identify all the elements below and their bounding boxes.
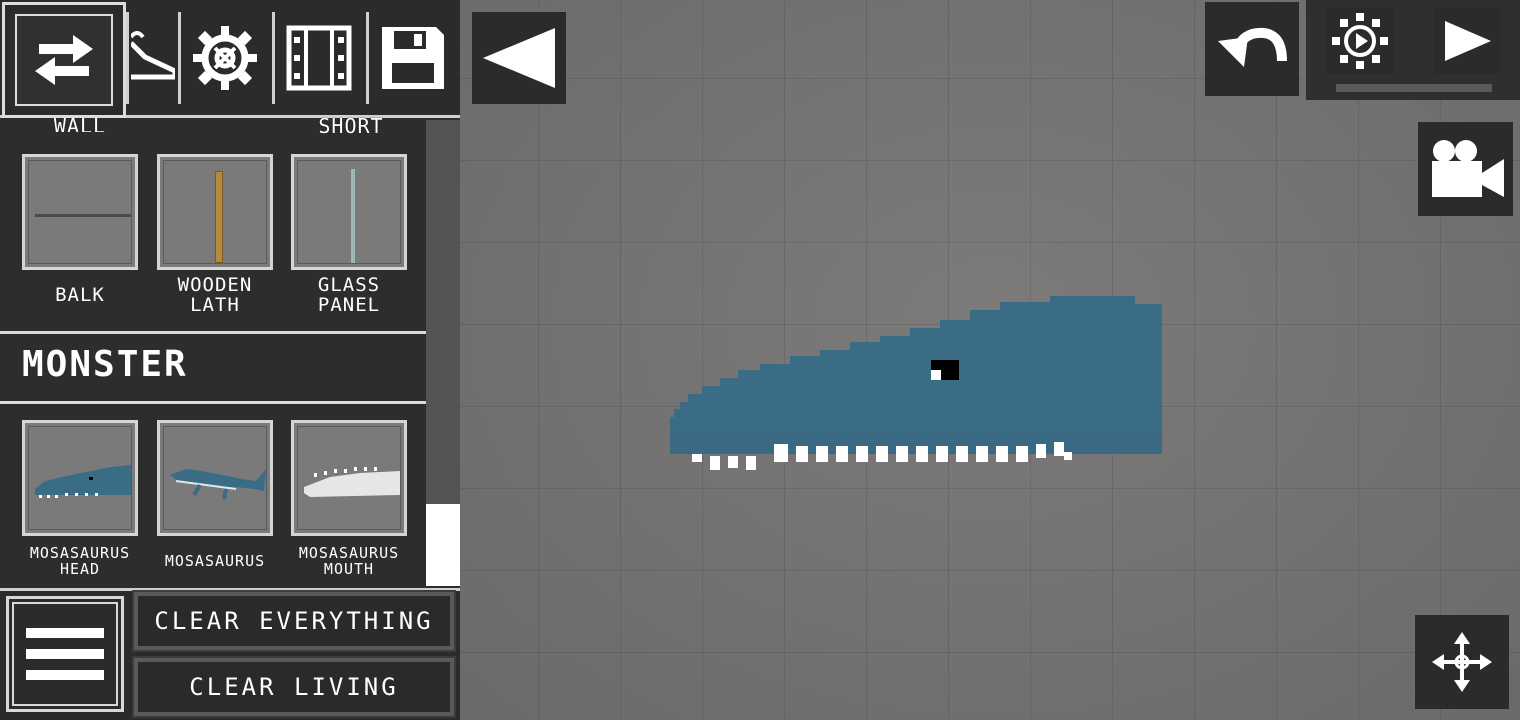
clear-living-button[interactable]: CLEAR LIVING <box>132 656 456 718</box>
item-label: MOSASAURUS MOUTH <box>298 544 400 578</box>
spawn-item-wooden-lath[interactable] <box>157 154 273 270</box>
undo-button[interactable] <box>1205 2 1299 96</box>
spawn-item-balk[interactable] <box>22 154 138 270</box>
hamburger-icon <box>12 602 118 706</box>
floppy-disk-icon <box>381 27 444 89</box>
divider <box>0 331 426 334</box>
move-arrows-icon <box>1432 632 1492 692</box>
spawn-item-mosasaurus-head[interactable] <box>22 420 138 536</box>
settings-tool-button[interactable] <box>178 12 268 104</box>
divider <box>0 401 426 404</box>
clothing-tool-button[interactable] <box>126 12 176 104</box>
hanger-icon <box>130 31 175 80</box>
slow-motion-icon <box>1332 13 1388 69</box>
glass-panel-thumbnail <box>351 169 355 263</box>
collapse-panel-button[interactable] <box>472 12 566 104</box>
slow-motion-button[interactable] <box>1326 8 1394 74</box>
triangle-left-icon <box>483 28 555 88</box>
time-scale-bar[interactable] <box>1336 84 1492 92</box>
balk-thumbnail <box>35 214 131 217</box>
play-button[interactable] <box>1434 8 1500 74</box>
camera-icon <box>1431 140 1504 197</box>
gear-icon <box>192 26 257 90</box>
creature-eye-highlight <box>931 370 941 380</box>
item-label: BALK <box>55 284 105 306</box>
film-strip-icon <box>286 25 351 91</box>
clear-everything-button[interactable]: CLEAR EVERYTHING <box>132 590 456 652</box>
mosasaurus-head-thumbnail <box>35 465 131 498</box>
item-label: MOSASAURUS <box>164 552 266 570</box>
undo-arrow-icon <box>1218 27 1287 67</box>
spawn-item-mosasaurus-mouth[interactable] <box>291 420 407 536</box>
item-label: WOODEN LATH <box>177 274 253 316</box>
wooden-lath-thumbnail <box>215 171 223 263</box>
category-title: MONSTER <box>22 344 188 385</box>
mosasaurus-mouth-thumbnail <box>304 467 400 497</box>
play-icon <box>1445 21 1491 61</box>
camera-button[interactable] <box>1418 122 1513 216</box>
main-menu-button[interactable] <box>6 596 124 712</box>
film-tool-button[interactable] <box>272 12 362 104</box>
creature-body <box>670 296 1162 454</box>
swap-arrows-icon <box>35 35 93 85</box>
mosasaurus-thumbnail <box>170 469 266 500</box>
spawn-item-glass-panel[interactable] <box>291 154 407 270</box>
spawn-item-mosasaurus[interactable] <box>157 420 273 536</box>
catalog-scrollbar-thumb[interactable] <box>426 504 460 586</box>
save-tool-button[interactable] <box>366 12 456 104</box>
move-button[interactable] <box>1415 615 1509 709</box>
mosasaurus-head-entity[interactable] <box>670 292 1170 477</box>
item-label: GLASS PANEL <box>317 274 381 316</box>
item-label: MOSASAURUS HEAD <box>29 544 131 578</box>
item-label-short: SHORT <box>318 114 384 135</box>
switch-mode-button[interactable] <box>2 2 126 118</box>
